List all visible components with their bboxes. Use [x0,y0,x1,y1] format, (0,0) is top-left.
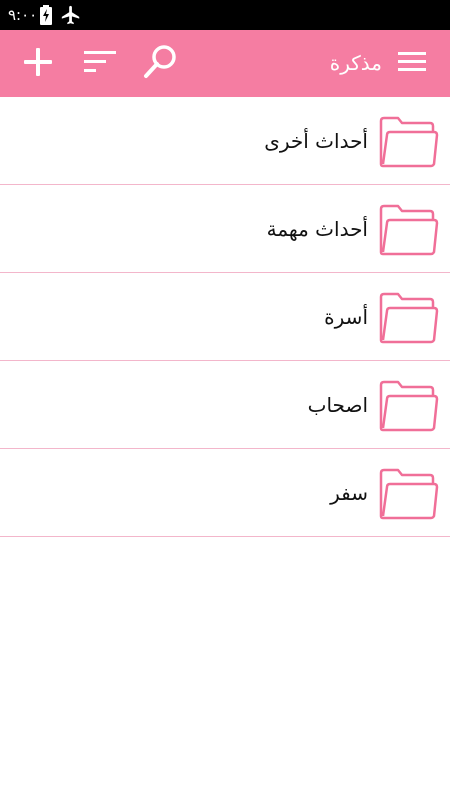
folder-icon [378,467,440,521]
battery-charging-icon [40,5,52,25]
folder-icon [378,291,440,345]
add-button[interactable] [16,44,60,84]
folder-item-family[interactable]: أسرة [0,273,450,361]
folder-list: أحداث أخرى أحداث مهمة أسرة اصحاب سفر [0,97,450,537]
folder-label: سفر [330,481,368,505]
folder-icon [378,115,440,169]
folder-item-friends[interactable]: اصحاب [0,361,450,449]
folder-item-travel[interactable]: سفر [0,449,450,537]
folder-icon [378,203,440,257]
menu-button[interactable] [390,44,434,84]
folder-label: أحداث أخرى [264,129,368,153]
folder-item-other-events[interactable]: أحداث أخرى [0,97,450,185]
status-bar: ٩:٠٠ [0,0,450,30]
sort-icon [82,48,118,80]
app-title: مذكرة [329,51,382,75]
airplane-mode-icon [60,4,82,26]
folder-item-important-events[interactable]: أحداث مهمة [0,185,450,273]
search-button[interactable] [138,42,182,86]
app-toolbar: مذكرة [0,30,450,97]
folder-label: اصحاب [307,393,368,417]
status-time: ٩:٠٠ [8,6,38,24]
folder-label: أسرة [324,305,368,329]
search-icon [140,42,180,86]
folder-icon [378,379,440,433]
sort-button[interactable] [78,44,122,84]
folder-label: أحداث مهمة [266,217,368,241]
menu-icon [396,49,428,79]
add-icon [22,46,54,82]
